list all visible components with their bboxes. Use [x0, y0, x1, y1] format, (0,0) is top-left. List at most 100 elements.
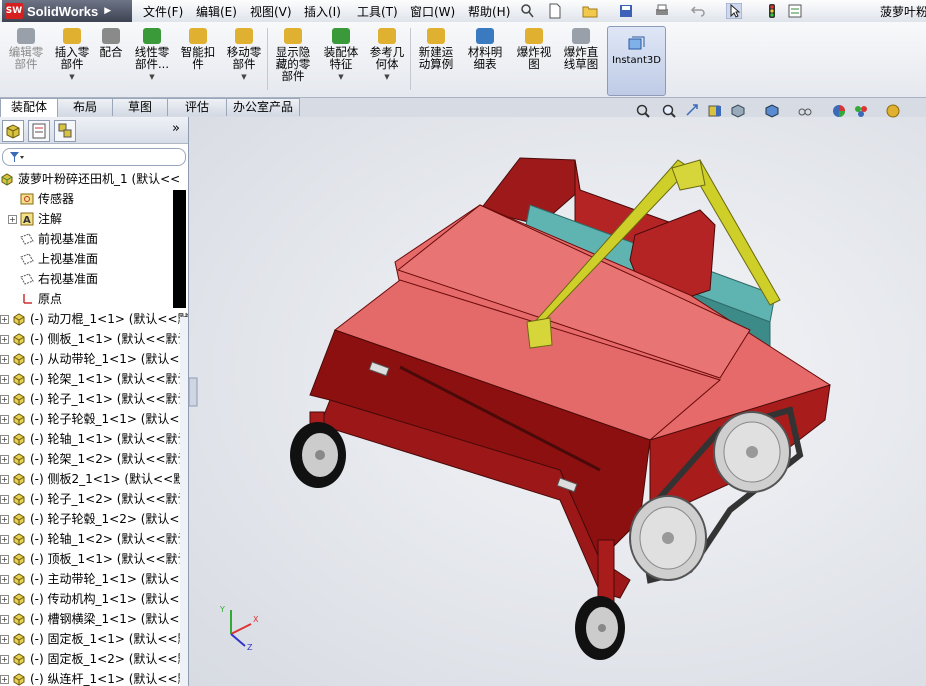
- expand-toggle-icon[interactable]: +: [8, 215, 17, 224]
- bill-of-materials-button[interactable]: 材料明 细表: [463, 24, 507, 94]
- expand-toggle-icon[interactable]: +: [0, 315, 9, 324]
- edit-component-button[interactable]: 编辑零 部件: [4, 24, 48, 94]
- expand-toggle-icon[interactable]: +: [0, 355, 9, 364]
- expand-toggle-icon[interactable]: +: [0, 375, 9, 384]
- expand-toggle-icon[interactable]: +: [0, 415, 9, 424]
- edit-appearance-icon[interactable]: [831, 103, 847, 119]
- tree-feature-item[interactable]: 传感器: [0, 189, 188, 209]
- tab-2[interactable]: 草图: [112, 98, 168, 116]
- tree-feature-item[interactable]: 前视基准面: [0, 229, 188, 249]
- apply-scene-icon[interactable]: [853, 103, 869, 119]
- linear-pattern-button[interactable]: 线性零 部件... ▼: [130, 24, 174, 94]
- tree-part-item[interactable]: + (-) 侧板2_1<1> (默认<<默: [0, 469, 188, 489]
- expand-toggle-icon[interactable]: +: [0, 455, 9, 464]
- tree-feature-item[interactable]: 右视基准面: [0, 269, 188, 289]
- select-arrow-icon[interactable]: [726, 3, 742, 19]
- tree-part-item[interactable]: + (-) 轮子_1<2> (默认<<默认: [0, 489, 188, 509]
- tree-part-item[interactable]: + (-) 轮子轮毂_1<1> (默认<: [0, 409, 188, 429]
- solidworks-logo[interactable]: SW SolidWorks ▶: [2, 0, 132, 22]
- configuration-manager-tab[interactable]: [54, 120, 76, 142]
- menu-5[interactable]: 窗口(W): [410, 3, 455, 20]
- menu-3[interactable]: 插入(I): [304, 3, 341, 20]
- tree-part-item[interactable]: + (-) 槽钢横梁_1<1> (默认<: [0, 609, 188, 629]
- expand-toggle-icon[interactable]: +: [0, 595, 9, 604]
- expand-toggle-icon[interactable]: +: [0, 575, 9, 584]
- expand-toggle-icon[interactable]: +: [0, 675, 9, 684]
- move-component-button[interactable]: 移动零 部件 ▼: [222, 24, 266, 94]
- tree-part-item[interactable]: + (-) 固定板_1<1> (默认<<默: [0, 629, 188, 649]
- tree-part-item[interactable]: + (-) 轮架_1<1> (默认<<默认: [0, 369, 188, 389]
- save-icon[interactable]: [618, 3, 634, 19]
- view-settings-icon[interactable]: [885, 103, 901, 119]
- graphics-viewport[interactable]: Y X Z: [189, 117, 926, 686]
- expand-toggle-icon[interactable]: +: [0, 555, 9, 564]
- tree-scrollbar[interactable]: [180, 317, 188, 686]
- dropdown-arrow-icon[interactable]: ▼: [222, 71, 266, 83]
- expand-toggle-icon[interactable]: +: [0, 655, 9, 664]
- tab-3[interactable]: 评估: [167, 98, 227, 116]
- tree-filter-input[interactable]: [2, 148, 186, 166]
- expand-toggle-icon[interactable]: +: [0, 475, 9, 484]
- expand-toggle-icon[interactable]: +: [0, 515, 9, 524]
- expand-toggle-icon[interactable]: +: [0, 615, 9, 624]
- expand-pane-icon[interactable]: »: [172, 121, 180, 136]
- tree-part-item[interactable]: + (-) 顶板_1<1> (默认<<默认: [0, 549, 188, 569]
- expand-toggle-icon[interactable]: +: [0, 335, 9, 344]
- zoom-to-area-icon[interactable]: [661, 103, 677, 119]
- expand-toggle-icon[interactable]: +: [0, 435, 9, 444]
- mate-button[interactable]: 配合: [96, 24, 126, 94]
- tree-part-item[interactable]: + (-) 动刀棍_1<1> (默认<<默: [0, 309, 188, 329]
- insert-components-button[interactable]: 插入零 部件 ▼: [50, 24, 94, 94]
- reference-geometry-button[interactable]: 参考几 何体 ▼: [365, 24, 409, 94]
- assembly-model[interactable]: [189, 117, 926, 686]
- tree-root-assembly[interactable]: 菠萝叶粉碎还田机_1 (默认<<: [0, 169, 188, 189]
- tree-rollback-bar[interactable]: [173, 190, 186, 308]
- tree-part-item[interactable]: + (-) 侧板_1<1> (默认<<默认: [0, 329, 188, 349]
- tree-part-item[interactable]: + (-) 轮架_1<2> (默认<<默认: [0, 449, 188, 469]
- menu-0[interactable]: 文件(F): [143, 3, 183, 20]
- new-document-icon[interactable]: [547, 3, 563, 19]
- open-folder-icon[interactable]: [582, 3, 598, 19]
- tab-0[interactable]: 装配体: [0, 98, 58, 117]
- exploded-view-button[interactable]: 爆炸视 图: [512, 24, 556, 94]
- new-motion-study-button[interactable]: 新建运 动算例: [413, 24, 459, 94]
- menu-1[interactable]: 编辑(E): [196, 3, 237, 20]
- dropdown-arrow-icon[interactable]: ▼: [365, 71, 409, 83]
- tree-part-item[interactable]: + (-) 固定板_1<2> (默认<<默: [0, 649, 188, 669]
- tree-part-item[interactable]: + (-) 轮轴_1<1> (默认<<默认: [0, 429, 188, 449]
- section-view-icon[interactable]: [707, 103, 723, 119]
- feature-manager-tab[interactable]: [2, 120, 24, 142]
- instant3d-button[interactable]: Instant3D: [607, 26, 666, 96]
- undo-icon[interactable]: [690, 3, 706, 19]
- tree-feature-item[interactable]: + A 注解: [0, 209, 188, 229]
- smart-fasteners-button[interactable]: 智能扣 件: [176, 24, 220, 94]
- tree-part-item[interactable]: + (-) 纵连杆_1<1> (默认<<默: [0, 669, 188, 686]
- pin-icon[interactable]: [519, 3, 535, 19]
- dropdown-arrow-icon[interactable]: ▼: [319, 71, 363, 83]
- expand-toggle-icon[interactable]: +: [0, 495, 9, 504]
- expand-toggle-icon[interactable]: +: [0, 635, 9, 644]
- tree-part-item[interactable]: + (-) 轮子_1<1> (默认<<默认: [0, 389, 188, 409]
- menu-6[interactable]: 帮助(H): [468, 3, 510, 20]
- view-orientation-icon[interactable]: [729, 103, 745, 119]
- tree-part-item[interactable]: + (-) 从动带轮_1<1> (默认<: [0, 349, 188, 369]
- explode-line-sketch-button[interactable]: 爆炸直 线草图: [558, 24, 604, 94]
- hide-show-items-icon[interactable]: [797, 103, 813, 119]
- tree-part-item[interactable]: + (-) 轮子轮毂_1<2> (默认<: [0, 509, 188, 529]
- previous-view-icon[interactable]: [685, 103, 701, 119]
- menu-2[interactable]: 视图(V): [250, 3, 292, 20]
- tree-part-item[interactable]: + (-) 主动带轮_1<1> (默认<: [0, 569, 188, 589]
- assembly-features-button[interactable]: 装配体 特征 ▼: [319, 24, 363, 94]
- print-icon[interactable]: [654, 3, 670, 19]
- show-hidden-components-button[interactable]: 显示隐 藏的零 部件: [270, 24, 316, 94]
- dropdown-arrow-icon[interactable]: ▼: [50, 71, 94, 83]
- tree-part-item[interactable]: + (-) 轮轴_1<2> (默认<<默认: [0, 529, 188, 549]
- tree-part-item[interactable]: + (-) 传动机构_1<1> (默认<: [0, 589, 188, 609]
- display-style-icon[interactable]: [763, 103, 779, 119]
- property-manager-tab[interactable]: [28, 120, 50, 142]
- expand-toggle-icon[interactable]: +: [0, 535, 9, 544]
- tree-feature-item[interactable]: 原点: [0, 289, 188, 309]
- tab-4[interactable]: 办公室产品: [226, 98, 300, 116]
- zoom-to-fit-icon[interactable]: [635, 103, 651, 119]
- options-icon[interactable]: [787, 3, 803, 19]
